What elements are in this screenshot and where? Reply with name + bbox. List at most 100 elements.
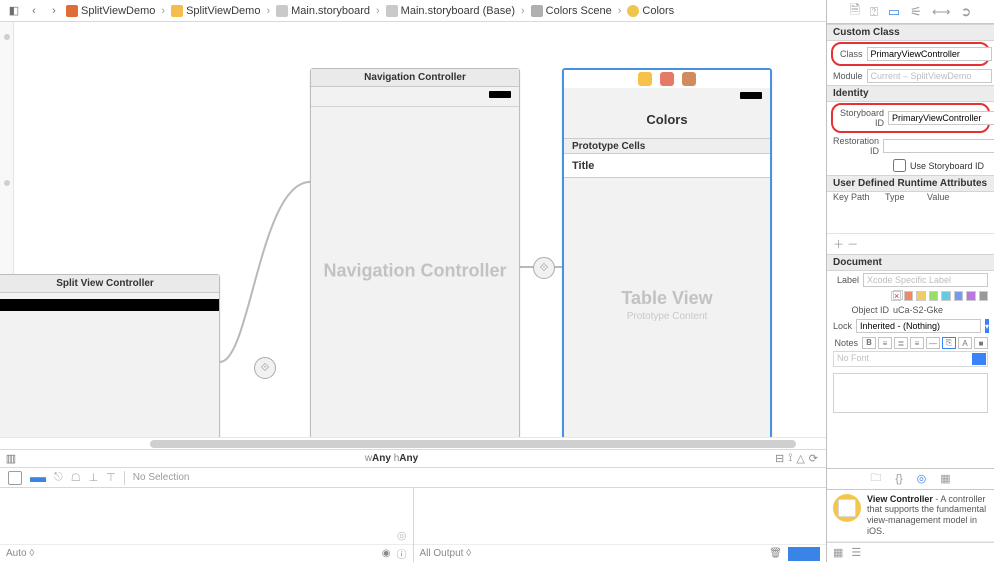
identity-inspector-icon[interactable]: ▭: [888, 4, 900, 20]
viewcontroller-icon: [627, 5, 639, 17]
library-item[interactable]: View Controller - A controller that supp…: [827, 490, 994, 542]
related-items-icon[interactable]: ◧: [6, 3, 22, 19]
breadcrumb-item[interactable]: Main.storyboard: [276, 5, 370, 17]
split-view-controller-scene[interactable]: Split View Controller Split View Control…: [0, 274, 220, 437]
use-storyboard-id-checkbox[interactable]: [893, 159, 906, 172]
section-header: User Defined Runtime Attributes: [827, 175, 994, 192]
first-responder-icon[interactable]: [660, 72, 674, 86]
list-button[interactable]: —: [926, 337, 940, 349]
color-button[interactable]: ■: [974, 337, 988, 349]
nav-forward-icon[interactable]: ›: [46, 3, 62, 19]
remove-attribute-button[interactable]: －: [847, 239, 858, 251]
add-attribute-button[interactable]: ＋: [833, 239, 844, 251]
output-filter-label[interactable]: All Output ◊: [420, 548, 472, 559]
storyboard-canvas[interactable]: ⟐ ⟐ Split View Controller Split View Con…: [0, 22, 826, 437]
nav-title: Colors: [564, 112, 770, 127]
class-field[interactable]: [867, 47, 992, 61]
grid-view-icon[interactable]: ▦: [833, 546, 843, 559]
size-inspector-icon[interactable]: ⟷: [932, 4, 951, 20]
inspector-panel: 🗎 ⍰ ▭ ⚟ ⟷ ➲ Custom Class Class ⊘ ▾ Modul…: [826, 0, 994, 562]
module-field[interactable]: [867, 69, 992, 83]
exit-icon[interactable]: [682, 72, 696, 86]
auto-icon[interactable]: ⎋: [54, 471, 63, 484]
breadcrumb-item[interactable]: Colors Scene: [531, 5, 612, 17]
selection-bar: ▬ ⎋ ☖ ⊥ ⊤ No Selection: [0, 467, 826, 487]
debug-area: ◎ Auto ◊ ◉ ⓘ All Output ◊ 🗑: [0, 487, 826, 562]
outline-toggle-icon[interactable]: ▥: [0, 451, 16, 467]
align-center-button[interactable]: ≣: [894, 337, 908, 349]
battery-icon: [740, 92, 762, 99]
lock-field[interactable]: [856, 319, 981, 333]
list-view-icon[interactable]: ☰: [851, 546, 861, 559]
attributes-inspector-icon[interactable]: ⚟: [910, 4, 922, 20]
scene-title: Navigation Controller: [311, 69, 519, 87]
doc-label-field[interactable]: [863, 273, 988, 287]
highlight-ring: Class ⊘ ▾: [831, 42, 990, 66]
library-footer: ▦ ☰: [827, 542, 994, 562]
scope-icon[interactable]: ◎: [397, 529, 407, 542]
align-right-button[interactable]: ≡: [910, 337, 924, 349]
pin-icon[interactable]: ⟟: [788, 452, 792, 465]
breadcrumb-item[interactable]: Colors: [627, 5, 674, 17]
object-library[interactable]: View Controller - A controller that supp…: [827, 490, 994, 543]
bold-button[interactable]: 𝐁: [862, 337, 876, 349]
segue-knot[interactable]: ⟐: [533, 257, 555, 279]
field-label: Restoration ID: [833, 136, 879, 156]
font-field[interactable]: No Font: [833, 351, 988, 367]
placeholder-label: Navigation Controller: [311, 260, 519, 281]
field-label: Storyboard ID: [840, 108, 884, 128]
media-lib-icon[interactable]: ▦: [940, 472, 950, 485]
prototype-cell[interactable]: Title: [564, 154, 770, 178]
doc-items-icon[interactable]: [8, 471, 22, 485]
code-snippet-lib-icon[interactable]: {}: [895, 473, 902, 485]
resolve-icon[interactable]: △: [796, 452, 804, 465]
udra-table[interactable]: [827, 202, 994, 234]
embed-icon[interactable]: ⊥: [89, 471, 99, 484]
colors-table-scene[interactable]: Colors Prototype Cells Title Table View …: [562, 68, 772, 437]
size-class-bar: ▥ wAny hAny ⊟ ⟟ △ ⟳: [0, 449, 826, 467]
resize-icon[interactable]: ⟳: [809, 452, 818, 465]
quickhelp-inspector-icon[interactable]: ⍰: [870, 4, 878, 20]
breadcrumb-item[interactable]: SplitViewDemo: [66, 5, 155, 17]
field-label: Notes: [833, 338, 858, 348]
align-icon[interactable]: ⊟: [775, 452, 784, 465]
restoration-id-field[interactable]: [883, 139, 994, 153]
selection-label: No Selection: [133, 472, 190, 483]
notes-textarea[interactable]: [833, 373, 988, 413]
library-item-icon: [833, 494, 861, 522]
dropdown-icon[interactable]: ▾: [985, 319, 989, 333]
object-lib-icon[interactable]: ◎: [917, 472, 927, 485]
navigation-controller-scene[interactable]: Navigation Controller Navigation Control…: [310, 68, 520, 437]
file-inspector-icon[interactable]: 🗎: [850, 1, 860, 23]
info-icon[interactable]: ⓘ: [397, 546, 407, 561]
inspector-tabs[interactable]: 🗎 ⍰ ▭ ⚟ ⟷ ➲: [827, 0, 994, 24]
viewcontroller-icon[interactable]: [638, 72, 652, 86]
pane-toggle[interactable]: [788, 547, 820, 561]
nav-back-icon[interactable]: ‹: [26, 3, 42, 19]
link-button[interactable]: ⎘: [942, 337, 956, 349]
file-template-lib-icon[interactable]: 🗀: [870, 469, 881, 488]
trash-icon[interactable]: 🗑: [769, 548, 782, 559]
section-header: Custom Class: [827, 24, 994, 41]
auto-variables-label[interactable]: Auto ◊: [6, 548, 34, 559]
checkbox-label: Use Storyboard ID: [910, 161, 984, 171]
storyboard-id-field[interactable]: [888, 111, 994, 125]
field-label: Object ID: [833, 305, 889, 315]
horizontal-scrollbar[interactable]: [0, 437, 826, 449]
breadcrumb-item[interactable]: Main.storyboard (Base): [386, 5, 515, 17]
align-left-button[interactable]: ≡: [878, 337, 892, 349]
breadcrumb-item[interactable]: SplitViewDemo: [171, 5, 260, 17]
breadcrumb-bar: ◧ ‹ › SplitViewDemo› SplitViewDemo› Main…: [0, 0, 826, 22]
eye-icon[interactable]: ◉: [382, 548, 391, 559]
connections-inspector-icon[interactable]: ➲: [960, 4, 971, 20]
font-button[interactable]: A: [958, 337, 972, 349]
library-tabs[interactable]: 🗀 {} ◎ ▦: [827, 468, 994, 490]
scene-title: Split View Controller: [0, 275, 219, 293]
segue-knot[interactable]: ⟐: [254, 357, 276, 379]
size-class-control[interactable]: wAny hAny: [365, 453, 418, 464]
label-color-row[interactable]: ×: [827, 289, 994, 303]
stack-icon[interactable]: ☖: [71, 471, 81, 484]
prototype-section-header: Prototype Cells: [564, 138, 770, 154]
object-id-value: uCa-S2-Gke: [893, 305, 943, 315]
unembed-icon[interactable]: ⊤: [106, 471, 116, 484]
